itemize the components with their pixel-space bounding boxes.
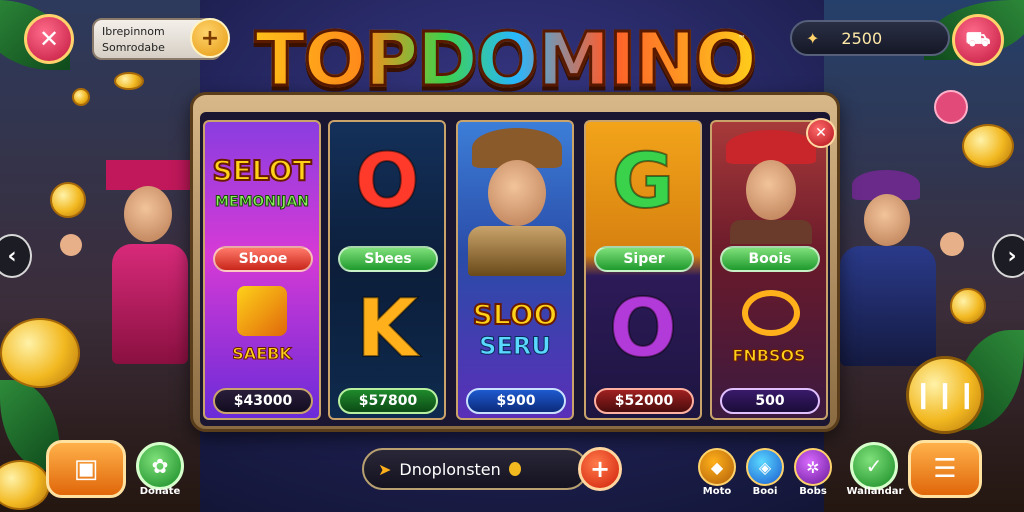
coin-icon	[508, 462, 521, 476]
character-right-fist	[940, 232, 964, 256]
sparkle-icon: ✦	[806, 28, 820, 48]
menu-icon: ☰	[933, 454, 957, 484]
booi-button[interactable]: ◈	[746, 448, 784, 486]
add-funds-button[interactable]: +	[190, 18, 230, 58]
gear-icon: ✿	[151, 454, 169, 478]
image-icon: ▣	[73, 454, 99, 484]
character-left-head	[124, 186, 172, 242]
reel-3[interactable]: SLOO SERU $900	[456, 120, 574, 420]
coin-icon	[50, 182, 86, 218]
character-left-fist	[60, 234, 82, 256]
character-woman-body	[730, 220, 812, 244]
search-input[interactable]: ➤ Dnoplonsten	[362, 448, 588, 490]
reel3-text1: SLOO	[472, 297, 559, 332]
bobs-label: Bobs	[799, 486, 827, 497]
coin-icon	[114, 72, 144, 90]
reel5-symbol: FNBSOS	[732, 346, 806, 366]
reel1-pill: Sbooe	[213, 246, 313, 272]
reel3-bet: $900	[466, 388, 566, 414]
coin-collect-button[interactable]: ❙❙❙	[906, 356, 984, 434]
donate-label: Donate	[139, 486, 181, 497]
coin-balance-panel: ✦ 2500	[790, 20, 950, 56]
coin-balance: 2500	[841, 28, 883, 48]
bars-icon: ❙❙❙	[912, 380, 978, 410]
reel2-pill: Sbees	[338, 246, 438, 272]
close-icon: ✕	[815, 125, 827, 141]
trademark-mark: ™	[738, 34, 746, 43]
reel4-top-letter: G	[611, 135, 675, 226]
coin-icon	[72, 88, 90, 106]
close-icon: ✕	[38, 25, 60, 53]
cart-icon: ⛟	[965, 26, 991, 51]
wallet-label: Wallandar	[846, 486, 904, 497]
character-woman-head	[746, 160, 796, 220]
lightning-icon	[237, 286, 287, 336]
character-left-body	[112, 244, 188, 364]
reel5-bet: 500	[720, 388, 820, 414]
reel-2[interactable]: O Sbees K $57800	[328, 120, 446, 420]
reel1-subtitle: MEMONIJAN	[214, 194, 309, 211]
coin-icon	[0, 318, 80, 388]
moto-label: Moto	[702, 486, 732, 497]
coin-icon	[962, 124, 1014, 168]
chevron-right-icon: ›	[1007, 243, 1017, 269]
character-right-head	[864, 194, 910, 246]
close-button[interactable]: ✕	[806, 118, 836, 148]
reel2-top-letter: O	[354, 135, 421, 226]
character-center-armor	[468, 226, 566, 276]
character-center-head	[488, 160, 546, 226]
reel-5[interactable]: Boois FNBSOS 500	[710, 120, 828, 420]
reel1-symbol: SAEBK	[232, 344, 292, 364]
gem-icon: ◆	[710, 457, 724, 477]
bobs-button[interactable]: ✲	[794, 448, 832, 486]
next-arrow-button[interactable]: ›	[992, 234, 1024, 278]
diamond-icon: ◈	[758, 457, 772, 477]
reel1-title: SELOT	[211, 153, 312, 188]
reel2-bet: $57800	[338, 388, 438, 414]
arrow-icon: ➤	[378, 459, 392, 479]
reel5-pill: Boois	[720, 246, 820, 272]
reel-4[interactable]: G Siper O $52000	[584, 120, 702, 420]
chip-icon	[934, 90, 968, 124]
reel2-bottom-letter: K	[355, 281, 419, 376]
character-right-body	[840, 246, 936, 366]
photo-button[interactable]: ▣	[46, 440, 126, 498]
back-button[interactable]: ✕	[24, 14, 74, 64]
check-icon: ✓	[865, 454, 883, 478]
menu-button[interactable]: ☰	[908, 440, 982, 498]
add-button[interactable]: +	[578, 447, 622, 491]
plus-icon: +	[589, 455, 611, 483]
reel3-text2: SERU	[479, 332, 552, 361]
reel4-bet: $52000	[594, 388, 694, 414]
coin-icon	[950, 288, 986, 324]
reel4-bottom-letter: O	[608, 281, 678, 376]
reel1-bet: $43000	[213, 388, 313, 414]
reel4-pill: Siper	[594, 246, 694, 272]
plus-icon: +	[200, 25, 220, 51]
moto-button[interactable]: ◆	[698, 448, 736, 486]
horseshoe-icon	[742, 290, 800, 336]
wallet-button[interactable]: ✓	[850, 442, 898, 490]
gear-icon: ✲	[806, 457, 820, 477]
search-text: Dnoplonsten	[399, 459, 501, 479]
booi-label: Booi	[752, 486, 778, 497]
character-hat	[726, 130, 816, 164]
shop-button[interactable]: ⛟	[952, 14, 1004, 66]
chevron-left-icon: ‹	[7, 243, 17, 269]
donate-button[interactable]: ✿	[136, 442, 184, 490]
reel-1[interactable]: SELOT MEMONIJAN Sbooe SAEBK $43000	[203, 120, 321, 420]
